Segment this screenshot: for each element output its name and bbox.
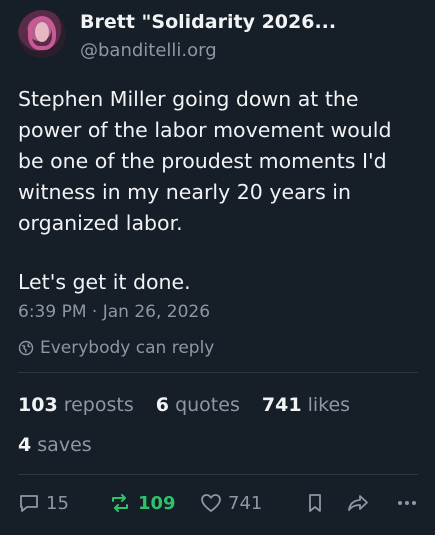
repost-count: 109 xyxy=(138,492,176,514)
divider xyxy=(18,372,418,373)
reposts-count: 103 xyxy=(18,394,58,416)
like-count: 741 xyxy=(228,492,263,514)
like-button[interactable]: 741 xyxy=(200,492,262,514)
reposts-stat[interactable]: 103 reposts xyxy=(18,394,134,416)
avatar[interactable] xyxy=(18,10,66,58)
author-name[interactable]: Brett "Solidarity 2026... xyxy=(80,11,336,33)
post-paragraph: Let's get it done. xyxy=(18,270,191,294)
more-icon xyxy=(398,501,416,505)
post-timestamp[interactable]: 6:39 PM · Jan 26, 2026 xyxy=(18,302,210,322)
action-bar: 15 109 741 xyxy=(14,492,424,526)
share-icon xyxy=(348,495,368,511)
reposts-label: reposts xyxy=(63,394,134,416)
reply-icon xyxy=(20,495,38,512)
saves-count: 4 xyxy=(18,434,32,456)
saves-stat[interactable]: 4 saves xyxy=(18,434,92,456)
reply-button[interactable]: 15 xyxy=(18,492,69,514)
bookmark-button[interactable] xyxy=(304,492,326,514)
repost-button[interactable]: 109 xyxy=(108,492,176,514)
saves-label: saves xyxy=(37,434,92,456)
reply-count: 15 xyxy=(46,492,69,514)
quotes-stat[interactable]: 6 quotes xyxy=(156,394,240,416)
reply-setting-label: Everybody can reply xyxy=(40,338,215,358)
quotes-label: quotes xyxy=(175,394,240,416)
more-options-button[interactable] xyxy=(396,492,418,514)
post-paragraph: Stephen Miller going down at the power o… xyxy=(18,87,392,235)
post-body: Stephen Miller going down at the power o… xyxy=(18,84,418,298)
quotes-count: 6 xyxy=(155,394,170,416)
share-button[interactable] xyxy=(346,492,370,514)
likes-stat[interactable]: 741 likes xyxy=(262,394,350,416)
repost-icon xyxy=(112,494,128,512)
divider xyxy=(18,474,418,475)
author-handle[interactable]: @banditelli.org xyxy=(80,40,217,61)
globe-icon xyxy=(18,340,34,356)
bookmark-icon xyxy=(309,494,321,512)
likes-count: 741 xyxy=(261,394,302,416)
heart-icon xyxy=(201,494,221,512)
likes-label: likes xyxy=(307,394,351,416)
engagement-stats: 103 reposts 6 quotes 741 likes xyxy=(18,394,366,416)
reply-setting: Everybody can reply xyxy=(18,338,214,358)
avatar-face xyxy=(35,22,49,42)
